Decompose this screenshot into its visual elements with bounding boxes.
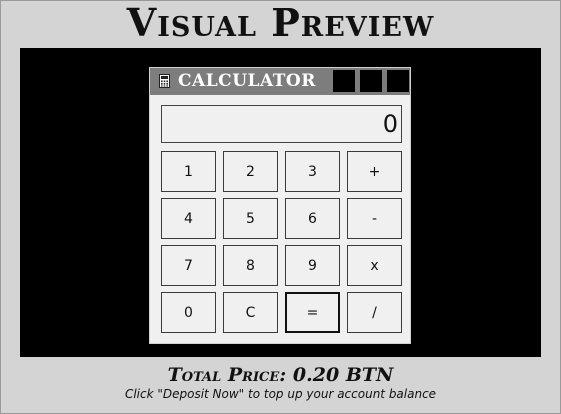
key-equals-button[interactable]: = — [285, 292, 340, 333]
page-title: Visual Preview — [126, 0, 435, 45]
calculator-title: CALCULATOR — [178, 71, 316, 91]
calculator-window: CALCULATOR 0 1 2 3 +4 5 6-7 8 9 x 0 C = / — [149, 67, 411, 344]
total-price: Total Price: 0.20 BTN — [167, 364, 394, 386]
key-divide-button[interactable]: / — [347, 292, 402, 333]
key-5-button[interactable]: 5 — [223, 198, 278, 239]
key-minus-button[interactable]: - — [347, 198, 402, 239]
calculator-display: 0 — [161, 105, 402, 143]
key-9-button[interactable]: 9 — [285, 245, 340, 286]
maximize-button[interactable] — [360, 70, 382, 92]
deposit-hint: Click "Deposit Now" to top up your accou… — [124, 387, 437, 401]
key-2-button[interactable]: 2 — [223, 151, 278, 192]
key-plus-button[interactable]: + — [347, 151, 402, 192]
calculator-titlebar[interactable]: CALCULATOR — [150, 68, 410, 95]
calculator-icon — [159, 74, 170, 88]
key-4-button[interactable]: 4 — [161, 198, 216, 239]
key-1-button[interactable]: 1 — [161, 151, 216, 192]
minimize-button[interactable] — [333, 70, 355, 92]
key-7-button[interactable]: 7 — [161, 245, 216, 286]
key-clear-button[interactable]: C — [223, 292, 278, 333]
close-button[interactable] — [387, 70, 409, 92]
key-3-button[interactable]: 3 — [285, 151, 340, 192]
key-8-button[interactable]: 8 — [223, 245, 278, 286]
key-0-button[interactable]: 0 — [161, 292, 216, 333]
key-multiply-button[interactable]: x — [347, 245, 402, 286]
key-6-button[interactable]: 6 — [285, 198, 340, 239]
